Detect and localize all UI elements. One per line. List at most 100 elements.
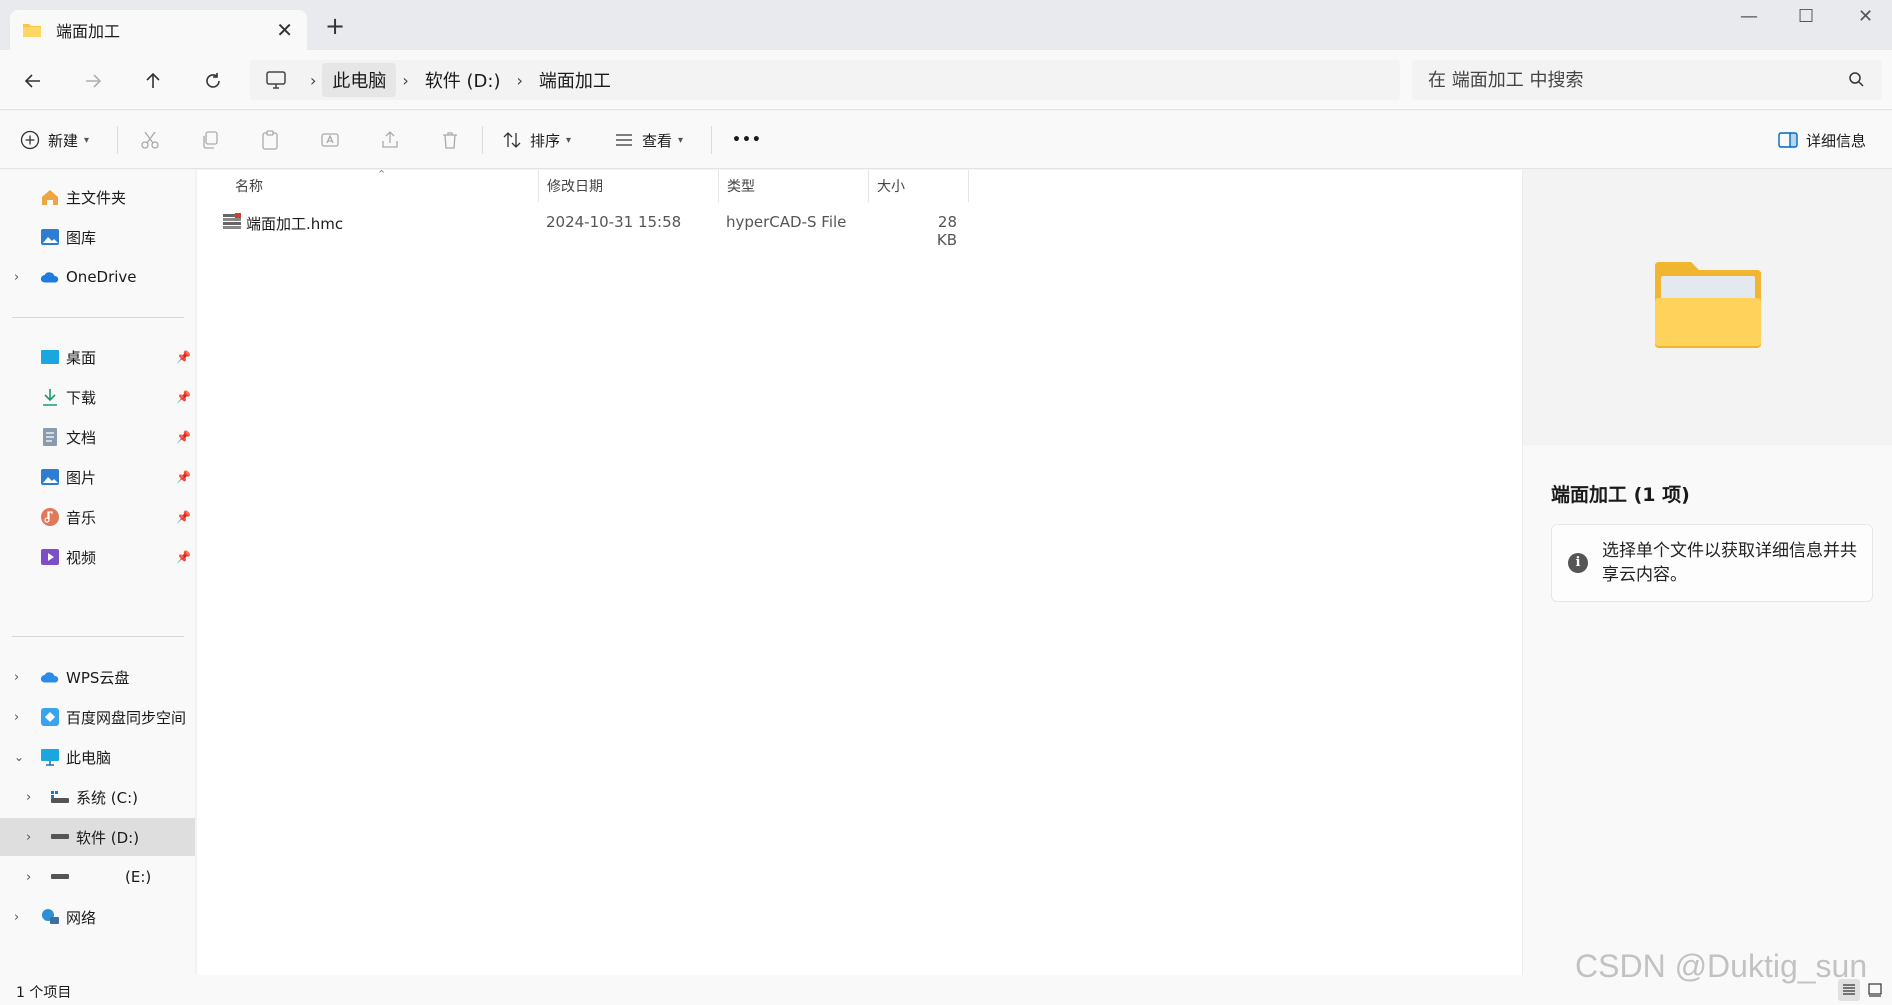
pin-icon[interactable]: 📌: [176, 430, 191, 444]
table-row[interactable]: 端面加工.hmc 2024-10-31 15:58 hyperCAD-S Fil…: [197, 208, 977, 249]
details-pane-button[interactable]: 详细信息: [1778, 125, 1866, 155]
file-type: hyperCAD-S File: [726, 213, 847, 231]
chevron-down-icon: ▾: [678, 134, 684, 146]
sidebar-item-wps-cloud[interactable]: › WPS云盘: [0, 658, 195, 696]
sort-button[interactable]: 排序 ▾: [502, 125, 571, 155]
up-button[interactable]: [138, 66, 168, 96]
item-count: 1 个项目: [16, 985, 72, 1001]
sidebar-divider: [12, 636, 184, 637]
sidebar-item-label: 软件 (D:): [76, 828, 140, 847]
rename-icon: [321, 133, 339, 147]
large-folder-icon: [1655, 262, 1761, 348]
navigation-pane: 主文件夹 图库 › OneDrive 桌面 📌 下载 📌 文档 📌 图片 📌 音…: [0, 170, 195, 975]
window-close-button[interactable]: ✕: [1858, 6, 1873, 27]
sidebar-item-documents[interactable]: 文档 📌: [0, 418, 195, 456]
sidebar-item-videos[interactable]: 视频 📌: [0, 538, 195, 576]
sidebar-item-label: WPS云盘: [66, 668, 130, 687]
search-icon: [1849, 72, 1864, 87]
copy-button[interactable]: [197, 127, 223, 153]
chevron-right-icon[interactable]: ›: [14, 710, 19, 725]
maximize-button[interactable]: ☐: [1798, 6, 1814, 27]
sidebar-item-drive-c[interactable]: › 系统 (C:): [0, 778, 195, 816]
home-icon: [40, 187, 60, 207]
new-button[interactable]: 新建 ▾: [20, 125, 89, 155]
paste-button[interactable]: [257, 127, 283, 153]
minimize-button[interactable]: —: [1740, 6, 1758, 27]
sidebar-item-baidu-netdisk[interactable]: › 百度网盘同步空间: [0, 698, 195, 736]
column-header-type[interactable]: 类型: [719, 170, 869, 202]
tab-close-button[interactable]: ✕: [276, 18, 293, 42]
toolbar-divider: [482, 126, 483, 154]
rename-button[interactable]: [317, 127, 343, 153]
address-bar[interactable]: › 此电脑 › 软件 (D:) › 端面加工: [250, 60, 1400, 100]
baidu-netdisk-icon: [40, 707, 60, 727]
more-options-button[interactable]: •••: [732, 125, 762, 155]
view-button[interactable]: 查看 ▾: [614, 125, 683, 155]
details-pane-icon: [1778, 132, 1798, 148]
column-header-name[interactable]: 名称 ⌃: [197, 168, 539, 202]
info-icon: i: [1568, 553, 1588, 573]
sidebar-item-label: 图库: [66, 228, 97, 247]
gallery-icon: [40, 227, 60, 247]
breadcrumb-drive-d[interactable]: 软件 (D:): [415, 63, 511, 97]
sidebar-divider: [12, 317, 184, 318]
drive-c-icon: [50, 787, 70, 807]
pin-icon[interactable]: 📌: [176, 470, 191, 484]
pin-icon[interactable]: 📌: [176, 390, 191, 404]
new-tab-button[interactable]: +: [325, 14, 345, 38]
tab-active[interactable]: 端面加工 ✕: [10, 10, 307, 50]
breadcrumb-separator: ›: [310, 70, 317, 90]
sidebar-item-music[interactable]: 音乐 📌: [0, 498, 195, 536]
sidebar-item-downloads[interactable]: 下载 📌: [0, 378, 195, 416]
chevron-down-icon[interactable]: ⌄: [14, 750, 24, 764]
chevron-right-icon[interactable]: ›: [14, 670, 19, 685]
sidebar-item-pictures[interactable]: 图片 📌: [0, 458, 195, 496]
sidebar-item-desktop[interactable]: 桌面 📌: [0, 338, 195, 376]
arrow-left-icon: [24, 74, 40, 88]
document-icon: [40, 427, 60, 447]
sidebar-item-gallery[interactable]: 图库: [0, 218, 195, 256]
sidebar-item-onedrive[interactable]: › OneDrive: [0, 258, 195, 296]
pin-icon[interactable]: 📌: [176, 510, 191, 524]
wps-cloud-icon: [40, 667, 60, 687]
pin-icon[interactable]: 📌: [176, 550, 191, 564]
column-name-label: 名称: [235, 179, 263, 195]
copy-icon: [203, 131, 218, 149]
sidebar-item-drive-e[interactable]: › (E:): [0, 858, 195, 896]
column-header-size[interactable]: 大小: [869, 170, 969, 202]
back-button[interactable]: [18, 66, 48, 96]
sidebar-item-home[interactable]: 主文件夹: [0, 178, 195, 216]
breadcrumb-folder[interactable]: 端面加工: [529, 63, 621, 97]
scissors-icon: [141, 131, 159, 149]
refresh-icon: [206, 73, 220, 88]
file-size: 28 KB: [936, 213, 957, 249]
sidebar-item-this-pc[interactable]: ⌄ 此电脑: [0, 738, 195, 776]
chevron-right-icon[interactable]: ›: [14, 910, 19, 925]
chevron-right-icon[interactable]: ›: [26, 790, 31, 805]
chevron-right-icon[interactable]: ›: [26, 870, 31, 885]
forward-button[interactable]: [78, 66, 108, 96]
breadcrumb-this-pc[interactable]: 此电脑: [322, 63, 397, 97]
video-icon: [40, 547, 60, 567]
cut-button[interactable]: [137, 127, 163, 153]
tiles-view-button[interactable]: [1864, 979, 1886, 1001]
search-box[interactable]: [1412, 60, 1882, 100]
monitor-icon: [266, 71, 286, 89]
column-modified-label: 修改日期: [547, 179, 603, 195]
refresh-button[interactable]: [198, 66, 228, 96]
sidebar-item-drive-d[interactable]: › 软件 (D:): [0, 818, 195, 856]
pin-icon[interactable]: 📌: [176, 350, 191, 364]
title-bar: 端面加工 ✕ + — ☐ ✕: [0, 0, 1892, 50]
delete-button[interactable]: [437, 127, 463, 153]
breadcrumb-separator: ›: [402, 70, 409, 90]
share-button[interactable]: [377, 127, 403, 153]
search-input[interactable]: [1428, 69, 1828, 91]
tab-title: 端面加工: [56, 22, 121, 41]
tiles-view-icon: [1868, 983, 1882, 997]
drive-e-icon: [50, 867, 70, 887]
hmc-file-icon: [222, 212, 242, 236]
column-header-modified[interactable]: 修改日期: [539, 170, 719, 202]
chevron-right-icon[interactable]: ›: [14, 270, 19, 285]
sidebar-item-network[interactable]: › 网络: [0, 898, 195, 936]
chevron-right-icon[interactable]: ›: [26, 830, 31, 845]
